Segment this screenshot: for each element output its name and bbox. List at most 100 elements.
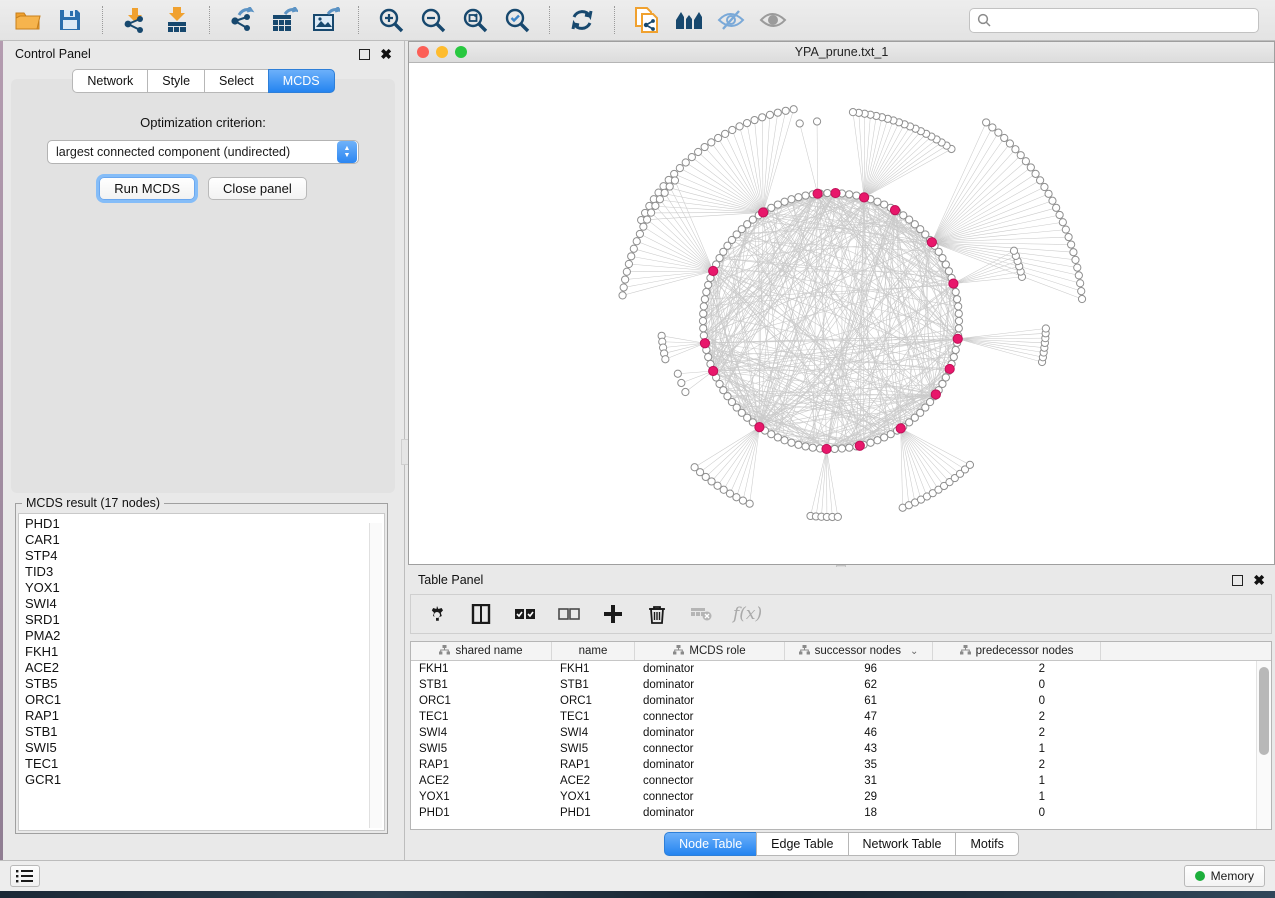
network-node[interactable] (781, 437, 788, 444)
network-node[interactable] (795, 441, 802, 448)
network-node[interactable] (708, 139, 715, 146)
network-node[interactable] (983, 119, 990, 126)
open-folder-icon[interactable] (10, 4, 46, 36)
mcds-hub-node[interactable] (700, 339, 709, 348)
mcds-hub-node[interactable] (927, 238, 936, 247)
network-node[interactable] (736, 123, 743, 130)
network-node[interactable] (881, 434, 888, 441)
network-node[interactable] (715, 134, 722, 141)
mcds-hub-node[interactable] (813, 189, 822, 198)
network-node[interactable] (1010, 247, 1017, 254)
optimization-criterion-select[interactable]: largest connected component (undirected)… (47, 140, 359, 164)
network-node[interactable] (1037, 177, 1044, 184)
table-scrollbar[interactable] (1256, 661, 1271, 829)
table-row[interactable]: SWI5SWI5connector431 (411, 741, 1256, 757)
result-node[interactable]: STB5 (25, 676, 384, 692)
first-neighbors-icon[interactable] (671, 4, 707, 36)
table-row[interactable]: YOX1YOX1connector291 (411, 789, 1256, 805)
column-header-predecessor-nodes[interactable]: predecessor nodes (933, 642, 1101, 660)
memory-button[interactable]: Memory (1184, 865, 1265, 887)
table-row[interactable]: PHD1PHD1dominator180 (411, 805, 1256, 821)
float-table-panel-icon[interactable] (1232, 575, 1243, 586)
task-history-button[interactable] (10, 865, 40, 887)
close-panel-icon[interactable]: ✖ (380, 49, 392, 60)
network-node[interactable] (729, 126, 736, 133)
network-node[interactable] (874, 198, 881, 205)
network-node[interactable] (700, 332, 707, 339)
network-node[interactable] (831, 445, 838, 452)
result-node[interactable]: ACE2 (25, 660, 384, 676)
mcds-hub-node[interactable] (896, 424, 905, 433)
table-row[interactable]: TEC1TEC1connector472 (411, 709, 1256, 725)
network-node[interactable] (768, 431, 775, 438)
network-node[interactable] (790, 106, 797, 113)
network-node[interactable] (952, 346, 959, 353)
export-table-icon[interactable] (266, 4, 302, 36)
network-node[interactable] (788, 439, 795, 446)
network-node[interactable] (955, 310, 962, 317)
result-node[interactable]: STP4 (25, 548, 384, 564)
network-node[interactable] (853, 192, 860, 199)
network-node[interactable] (1012, 146, 1019, 153)
network-node[interactable] (781, 198, 788, 205)
network-node[interactable] (733, 494, 740, 501)
result-node[interactable]: STB1 (25, 724, 384, 740)
network-node[interactable] (881, 201, 888, 208)
network-node[interactable] (671, 170, 678, 177)
apply-layout-icon[interactable] (564, 4, 600, 36)
network-node[interactable] (774, 434, 781, 441)
network-node[interactable] (1006, 140, 1013, 147)
network-node[interactable] (989, 124, 996, 131)
network-node[interactable] (682, 388, 689, 395)
create-column-icon[interactable] (601, 602, 625, 626)
table-row[interactable]: STB1STB1dominator620 (411, 677, 1256, 693)
result-node[interactable]: SWI4 (25, 596, 384, 612)
network-node[interactable] (619, 292, 626, 299)
network-node[interactable] (636, 230, 643, 237)
column-header-MCDS-role[interactable]: MCDS role (635, 642, 785, 660)
network-node[interactable] (705, 353, 712, 360)
result-node[interactable]: SWI5 (25, 740, 384, 756)
tab-node-table[interactable]: Node Table (664, 832, 756, 856)
network-node[interactable] (1017, 152, 1024, 159)
run-mcds-button[interactable]: Run MCDS (99, 177, 195, 200)
result-node[interactable]: FKH1 (25, 644, 384, 660)
network-node[interactable] (1042, 325, 1049, 332)
mcds-hub-node[interactable] (709, 266, 718, 275)
network-node[interactable] (1053, 204, 1060, 211)
column-header-name[interactable]: name (552, 642, 635, 660)
network-node[interactable] (796, 120, 803, 127)
network-node[interactable] (652, 202, 659, 209)
network-node[interactable] (678, 379, 685, 386)
network-node[interactable] (666, 183, 673, 190)
network-node[interactable] (846, 191, 853, 198)
network-node[interactable] (1022, 158, 1029, 165)
table-settings-icon[interactable] (425, 602, 449, 626)
network-node[interactable] (700, 310, 707, 317)
network-node[interactable] (782, 107, 789, 114)
network-node[interactable] (695, 148, 702, 155)
network-canvas[interactable] (409, 63, 1274, 564)
result-node[interactable]: TID3 (25, 564, 384, 580)
network-node[interactable] (950, 353, 957, 360)
network-node[interactable] (722, 130, 729, 137)
network-node[interactable] (703, 288, 710, 295)
network-node[interactable] (1068, 241, 1075, 248)
network-node[interactable] (813, 118, 820, 125)
save-icon[interactable] (52, 4, 88, 36)
network-node[interactable] (1056, 211, 1063, 218)
mcds-hub-node[interactable] (822, 444, 831, 453)
network-node[interactable] (671, 177, 678, 184)
deselect-all-icon[interactable] (557, 602, 581, 626)
network-node[interactable] (774, 109, 781, 116)
network-node[interactable] (676, 164, 683, 171)
network-node[interactable] (620, 284, 627, 291)
mcds-hub-node[interactable] (755, 423, 764, 432)
network-node[interactable] (1078, 288, 1085, 295)
tab-motifs[interactable]: Motifs (955, 832, 1018, 856)
result-node[interactable]: PHD1 (25, 516, 384, 532)
network-node[interactable] (701, 296, 708, 303)
network-node[interactable] (699, 317, 706, 324)
network-node[interactable] (630, 245, 637, 252)
table-row[interactable]: ORC1ORC1dominator610 (411, 693, 1256, 709)
